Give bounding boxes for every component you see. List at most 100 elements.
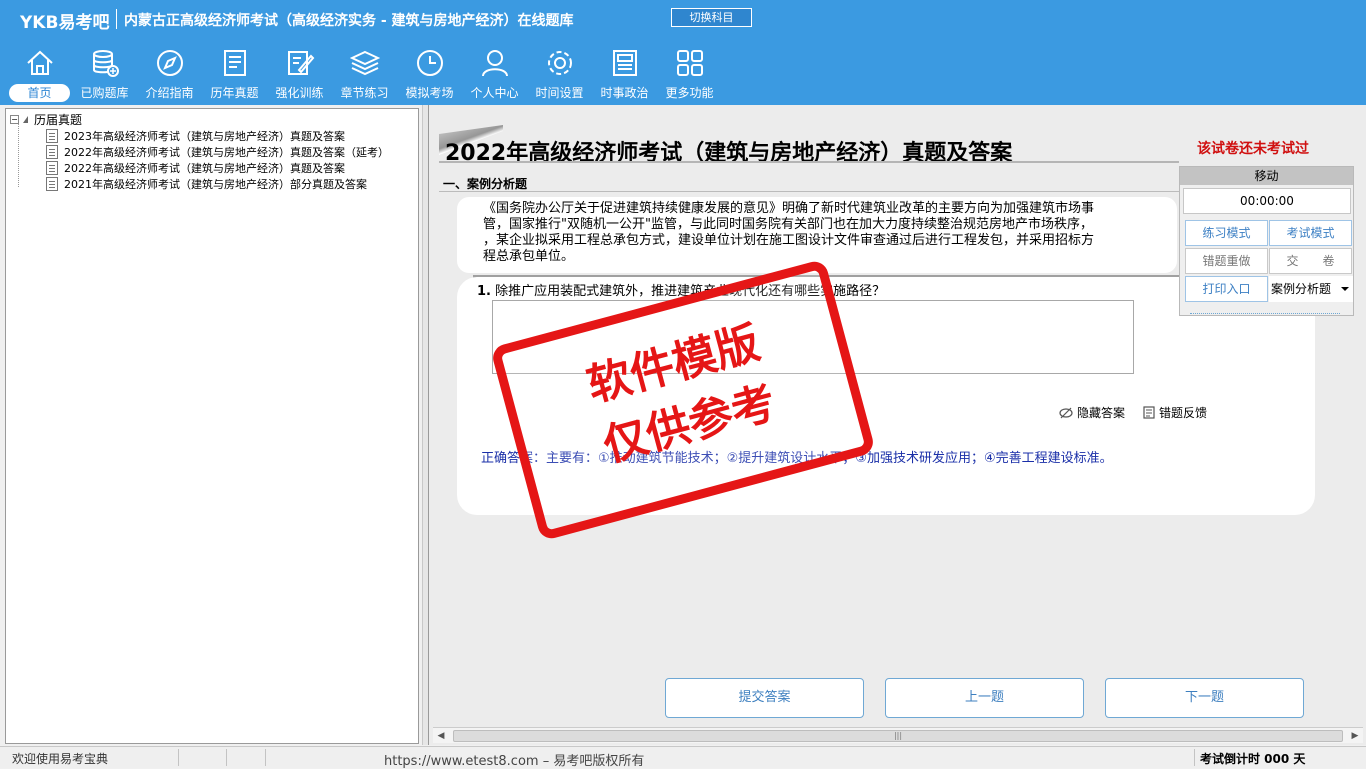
question-nav-buttons: 提交答案 上一题 下一题	[665, 678, 1304, 718]
database-icon	[92, 50, 119, 77]
compass-icon	[156, 50, 183, 76]
nav-home[interactable]: 首页	[7, 46, 72, 104]
grid-icon	[676, 50, 703, 76]
nav-past-exams[interactable]: 历年真题	[202, 46, 267, 104]
panel-divider	[1190, 313, 1340, 314]
nav-label: 模拟考场	[405, 86, 454, 100]
nav-purchased[interactable]: 已购题库	[72, 46, 137, 104]
tree-root[interactable]: − 历届真题	[10, 112, 82, 127]
nav-chapters[interactable]: 章节练习	[332, 46, 397, 104]
nav-more[interactable]: 更多功能	[657, 46, 722, 104]
user-icon	[481, 50, 508, 77]
nav-label: 更多功能	[665, 86, 714, 100]
nav-label: 介绍指南	[145, 86, 194, 100]
status-divider	[226, 749, 227, 766]
tree-item[interactable]: 2021年高级经济师考试（建筑与房地产经济）部分真题及答案	[46, 176, 367, 192]
tree-root-label: 历届真题	[34, 113, 83, 127]
clock-icon	[416, 50, 443, 76]
question-type-select[interactable]: 案例分析题	[1269, 276, 1353, 302]
collapse-icon[interactable]: −	[10, 115, 19, 124]
document-icon	[46, 177, 58, 191]
nav-label: 首页	[9, 84, 70, 102]
hide-answer-label: 隐藏答案	[1077, 406, 1126, 420]
tree-connector	[18, 123, 19, 187]
list-icon	[223, 50, 246, 76]
app-header: YKB易考吧 内蒙古正高级经济师考试（高级经济实务 - 建筑与房地产经济）在线题…	[0, 0, 1366, 105]
chevron-down-icon	[1341, 287, 1349, 291]
edit-icon	[287, 51, 314, 75]
title-separator	[116, 9, 117, 29]
nav-time-settings[interactable]: 时间设置	[527, 46, 592, 104]
nav-current-affairs[interactable]: 时事政治	[592, 46, 657, 104]
main-nav: 首页 已购题库 介绍指南 历年真题 强化训练 章节练习 模拟考场 个人中心 时间…	[7, 46, 722, 104]
report-icon	[1143, 406, 1155, 419]
case-text: 《国务院办公厅关于促进建筑持续健康发展的意见》明确了新时代建筑业改革的主要方向为…	[483, 201, 1173, 265]
hide-answer-button[interactable]: 隐藏答案	[1059, 404, 1125, 421]
tree-item-label: 2022年高级经济师考试（建筑与房地产经济）真题及答案（延考）	[64, 146, 389, 159]
tree-item-label: 2021年高级经济师考试（建筑与房地产经济）部分真题及答案	[64, 178, 367, 191]
case-line: 管，国家推行"双随机一公开"监管，与此同时国务院有关部门也在加大力度持续整治规范…	[483, 217, 1093, 232]
case-line: ，某企业拟采用工程总承包方式，建设单位计划在施工图设计文件审查通过后进行工程发包…	[483, 233, 1095, 248]
scroll-thumb[interactable]: |||	[453, 730, 1343, 742]
divider	[439, 161, 1179, 163]
nav-label: 历年真题	[210, 86, 259, 100]
nav-label: 章节练习	[340, 86, 389, 100]
status-divider	[265, 749, 266, 766]
scroll-left-icon[interactable]: ◀	[435, 730, 447, 742]
case-line: 《国务院办公厅关于促进建筑持续健康发展的意见》明确了新时代建筑业改革的主要方向为…	[483, 201, 1095, 216]
submit-answer-button[interactable]: 提交答案	[665, 678, 864, 718]
welcome-text: 欢迎使用易考宝典	[12, 752, 109, 766]
scroll-right-icon[interactable]: ▶	[1349, 730, 1361, 742]
nav-label: 已购题库	[80, 86, 129, 100]
section-heading: 一、案例分析题	[443, 177, 528, 191]
exam-control-panel: 移动 00:00:00 练习模式 考试模式 错题重做 交 卷 打印入口 案例分析…	[1179, 166, 1354, 316]
status-divider	[1194, 749, 1195, 766]
layers-icon	[349, 50, 380, 76]
nav-guide[interactable]: 介绍指南	[137, 46, 202, 104]
document-icon	[46, 145, 58, 159]
nav-label: 强化训练	[275, 86, 324, 100]
status-bar: 欢迎使用易考宝典 https://www.etest8.com – 易考吧版权所…	[0, 746, 1366, 769]
prev-question-button[interactable]: 上一题	[885, 678, 1084, 718]
timer-display: 00:00:00	[1183, 188, 1351, 214]
move-handle[interactable]: 移动	[1180, 167, 1353, 185]
home-icon	[26, 50, 53, 75]
copyright-text: https://www.etest8.com – 易考吧版权所有	[384, 754, 645, 769]
eye-slash-icon	[1059, 407, 1073, 418]
document-icon	[46, 129, 58, 143]
folder-triangle-icon	[23, 116, 28, 123]
nav-profile[interactable]: 个人中心	[462, 46, 527, 104]
nav-label: 时间设置	[535, 86, 584, 100]
next-question-button[interactable]: 下一题	[1105, 678, 1304, 718]
answer-tools: 隐藏答案 错题反馈	[1059, 404, 1207, 421]
nav-label: 时事政治	[600, 86, 649, 100]
nav-training[interactable]: 强化训练	[267, 46, 332, 104]
newspaper-icon	[612, 50, 637, 76]
app-title: 内蒙古正高级经济师考试（高级经济实务 - 建筑与房地产经济）在线题库	[124, 13, 574, 29]
case-line: 程总承包单位。	[483, 249, 575, 264]
horizontal-scrollbar[interactable]: ◀ ||| ▶	[433, 727, 1363, 743]
hand-in-button[interactable]: 交 卷	[1269, 248, 1352, 274]
tree-item-selected[interactable]: 2022年高级经济师考试（建筑与房地产经济）真题及答案	[46, 160, 345, 176]
report-error-button[interactable]: 错题反馈	[1143, 404, 1207, 421]
tree-item-label: 2023年高级经济师考试（建筑与房地产经济）真题及答案	[64, 130, 345, 143]
report-error-label: 错题反馈	[1159, 406, 1208, 420]
tree-item[interactable]: 2022年高级经济师考试（建筑与房地产经济）真题及答案（延考）	[46, 144, 389, 160]
tree-item[interactable]: 2023年高级经济师考试（建筑与房地产经济）真题及答案	[46, 128, 345, 144]
practice-mode-button[interactable]: 练习模式	[1185, 220, 1268, 246]
status-divider	[178, 749, 179, 766]
redo-wrong-button[interactable]: 错题重做	[1185, 248, 1268, 274]
gear-icon	[547, 51, 572, 75]
question-number: 1.	[477, 284, 491, 299]
title-bar: YKB易考吧 内蒙古正高级经济师考试（高级经济实务 - 建筑与房地产经济）在线题…	[0, 0, 1366, 38]
switch-subject-button[interactable]: 切换科目	[671, 8, 752, 27]
document-icon	[46, 161, 58, 175]
print-button[interactable]: 打印入口	[1185, 276, 1268, 302]
divider	[439, 191, 1179, 192]
app-logo: YKB易考吧	[20, 13, 110, 33]
tree-item-label: 2022年高级经济师考试（建筑与房地产经济）真题及答案	[64, 162, 345, 175]
exam-tree: − 历届真题 2023年高级经济师考试（建筑与房地产经济）真题及答案 2022年…	[5, 108, 419, 744]
nav-mock-exam[interactable]: 模拟考场	[397, 46, 462, 104]
question-type-value: 案例分析题	[1271, 282, 1332, 296]
exam-mode-button[interactable]: 考试模式	[1269, 220, 1352, 246]
